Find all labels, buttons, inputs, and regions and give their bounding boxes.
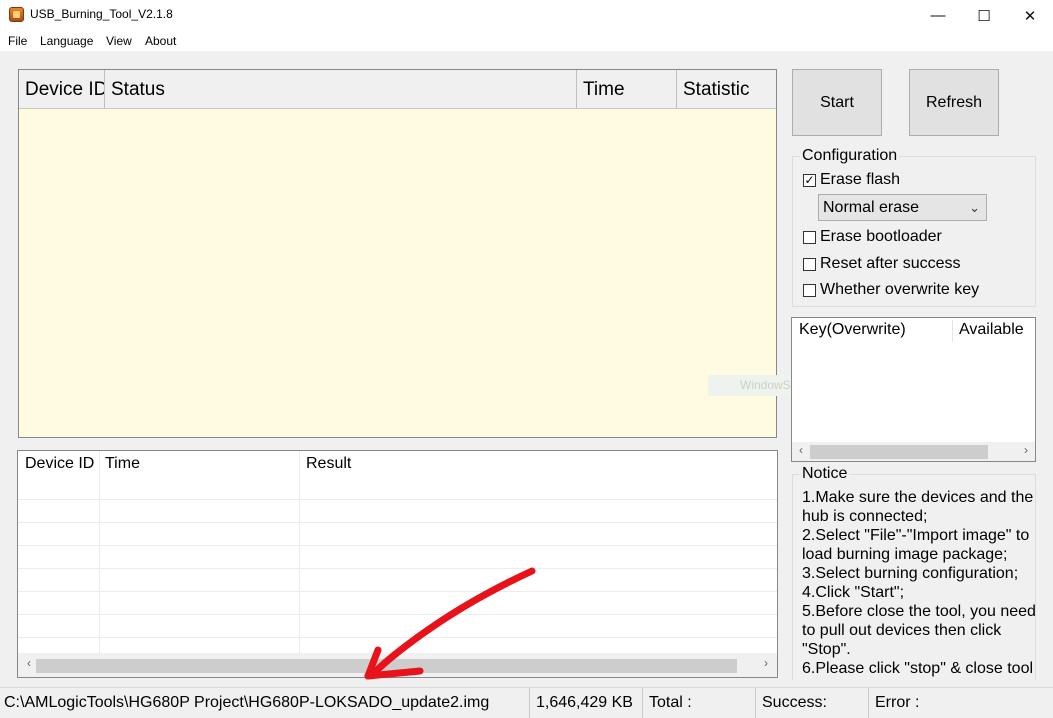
col-result-device-id[interactable]: Device ID (18, 451, 94, 477)
notice-line: load burning image package; (802, 546, 1008, 563)
col-result[interactable]: Result (299, 451, 351, 477)
maximize-button[interactable]: ☐ (961, 0, 1007, 31)
menu-view[interactable]: View (106, 34, 132, 48)
result-horizontal-scrollbar[interactable]: ‹ › (18, 653, 777, 677)
close-button[interactable]: ✕ (1007, 0, 1053, 31)
erase-bootloader-option[interactable]: Erase bootloader (803, 228, 942, 246)
row-divider (18, 614, 777, 615)
status-bar: C:\AMLogicTools\HG680P Project\HG680P-LO… (0, 687, 1053, 718)
checkbox-icon[interactable] (803, 257, 816, 271)
menu-bar: File Language View About (0, 31, 1053, 51)
scroll-right-icon[interactable]: › (1019, 443, 1033, 457)
refresh-button[interactable]: Refresh (909, 69, 999, 136)
app-icon (9, 7, 24, 22)
notice-line: "Stop". (802, 641, 851, 658)
column-divider (99, 451, 100, 653)
image-size: 1,646,429 KB (530, 688, 643, 718)
image-path: C:\AMLogicTools\HG680P Project\HG680P-LO… (0, 688, 530, 718)
col-available[interactable]: Available (959, 321, 1024, 339)
reset-after-success-label: Reset after success (820, 255, 961, 272)
erase-flash-option[interactable]: ✓ Erase flash (803, 171, 900, 189)
scroll-left-icon[interactable]: ‹ (22, 656, 36, 670)
notice-line: to pull out devices then click (802, 622, 1002, 639)
window-title: USB_Burning_Tool_V2.1.8 (30, 7, 173, 21)
menu-file[interactable]: File (8, 34, 27, 48)
configuration-title: Configuration (800, 147, 900, 165)
erase-bootloader-label: Erase bootloader (820, 228, 942, 245)
overwrite-key-label: Whether overwrite key (820, 281, 980, 298)
checkbox-icon[interactable] (803, 283, 816, 297)
title-bar: USB_Burning_Tool_V2.1.8 — ☐ ✕ (0, 0, 1053, 31)
col-status[interactable]: Status (105, 70, 577, 109)
notice-line: 2.Select "File"-"Import image" to (802, 527, 1030, 544)
checkbox-checked-icon[interactable]: ✓ (803, 173, 816, 187)
key-horizontal-scrollbar[interactable]: ‹ › (792, 442, 1035, 461)
row-divider (18, 545, 777, 546)
menu-language[interactable]: Language (40, 34, 93, 48)
error-count: Error : (875, 694, 920, 711)
row-divider (18, 522, 777, 523)
menu-about[interactable]: About (145, 34, 176, 48)
notice-text: 1.Make sure the devices and the hub is c… (802, 488, 1036, 678)
notice-line: 5.Before close the tool, you need (802, 603, 1036, 620)
notice-line: 4.Click "Start"; (802, 584, 905, 601)
column-divider (952, 320, 953, 342)
start-button[interactable]: Start (792, 69, 882, 136)
notice-line: 6.Please click "stop" & close tool (802, 660, 1034, 677)
result-table[interactable]: Device ID Time Result ‹ › (17, 450, 778, 678)
col-device-id[interactable]: Device ID (19, 70, 105, 109)
notice-line: hub is connected; (802, 508, 928, 525)
col-result-time[interactable]: Time (98, 451, 140, 477)
device-table[interactable]: Device ID Status Time Statistic (18, 69, 777, 438)
device-table-header: Device ID Status Time Statistic (19, 70, 776, 109)
minimize-button[interactable]: — (915, 0, 961, 31)
row-divider (18, 499, 777, 500)
erase-mode-select[interactable]: Normal erase ⌄ (818, 194, 987, 221)
col-time[interactable]: Time (577, 70, 677, 109)
reset-after-success-option[interactable]: Reset after success (803, 255, 961, 273)
chevron-down-icon: ⌄ (969, 200, 980, 215)
scroll-right-icon[interactable]: › (759, 656, 773, 670)
scrollbar-thumb[interactable] (810, 445, 988, 459)
notice-line: 3.Select burning configuration; (802, 565, 1019, 582)
total-count: Total : (643, 688, 756, 718)
column-divider (299, 451, 300, 653)
notice-title: Notice (800, 465, 850, 483)
overwrite-key-option[interactable]: Whether overwrite key (803, 281, 979, 299)
scroll-left-icon[interactable]: ‹ (794, 443, 808, 457)
checkbox-icon[interactable] (803, 230, 816, 244)
col-statistic[interactable]: Statistic (677, 70, 776, 109)
col-key-overwrite[interactable]: Key(Overwrite) (799, 321, 906, 339)
key-list[interactable]: Key(Overwrite) Available ‹ › (791, 317, 1036, 462)
row-divider (18, 637, 777, 638)
row-divider (18, 568, 777, 569)
success-count: Success: (756, 688, 869, 718)
scrollbar-thumb[interactable] (36, 659, 737, 673)
row-divider (18, 591, 777, 592)
erase-mode-value: Normal erase (823, 199, 920, 216)
configuration-group: Configuration ✓ Erase flash Erase bootlo… (792, 147, 1036, 307)
erase-flash-label: Erase flash (820, 171, 901, 188)
notice-line: 1.Make sure the devices and the (802, 489, 1034, 506)
